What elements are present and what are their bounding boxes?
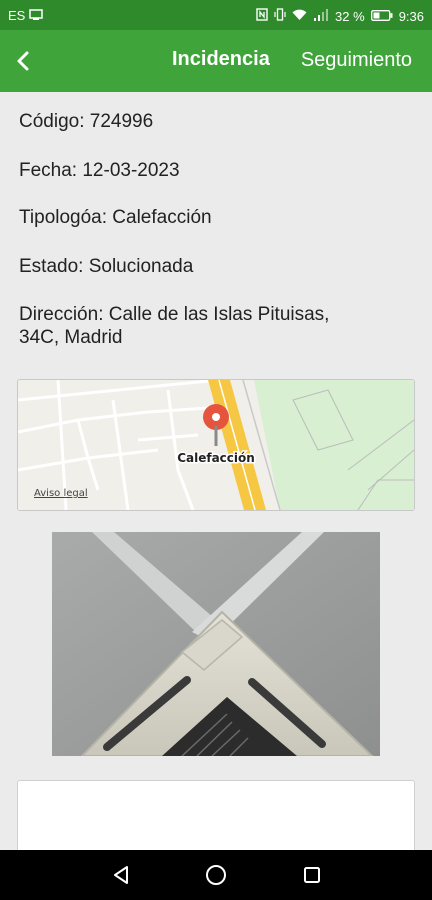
- codigo-field: Código: 724996: [19, 111, 154, 132]
- nav-recents-button[interactable]: [297, 860, 327, 890]
- direccion-line2: 34C, Madrid: [19, 327, 123, 348]
- map-marker-label: Calefacción: [177, 451, 255, 465]
- carrier-label: ES: [8, 8, 26, 23]
- status-bar: ES 32 % 9:36: [0, 0, 432, 30]
- page-title: Incidencia: [172, 48, 270, 70]
- direccion-field: Dirección: Calle de las Islas Pituisas, …: [19, 303, 329, 349]
- clock: 9:36: [398, 8, 424, 24]
- location-map[interactable]: Calefacción Aviso legal: [17, 379, 415, 511]
- screen-cast-icon: [29, 8, 44, 23]
- estado-field: Estado: Solucionada: [19, 256, 194, 277]
- app-bar: Incidencia Seguimiento: [0, 30, 432, 92]
- incident-photo[interactable]: [52, 532, 380, 756]
- wifi-icon: [292, 9, 307, 24]
- recents-square-icon: [304, 867, 320, 883]
- battery-percent: 32 %: [335, 8, 365, 24]
- fecha-field: Fecha: 12-03-2023: [19, 160, 180, 181]
- nav-home-button[interactable]: [201, 860, 231, 890]
- back-button[interactable]: [10, 47, 38, 75]
- home-circle-icon: [206, 865, 226, 885]
- battery-icon: [370, 9, 393, 24]
- direccion-line1: Dirección: Calle de las Islas Pituisas,: [19, 304, 330, 325]
- back-arrow-icon: [17, 51, 29, 71]
- vibrate-icon: [274, 8, 286, 24]
- signal-icon: [313, 8, 329, 24]
- status-left: ES: [8, 8, 44, 23]
- seguimiento-button[interactable]: Seguimiento: [301, 49, 412, 72]
- nav-back-button[interactable]: [106, 860, 136, 890]
- tipologia-field: Tipologóa: Calefacción: [19, 207, 212, 228]
- back-triangle-icon: [114, 866, 128, 884]
- navigation-bar: [0, 850, 432, 900]
- nfc-icon: [256, 8, 268, 24]
- incident-details: Código: 724996 Fecha: 12-03-2023 Tipolog…: [0, 92, 432, 862]
- status-right: 32 % 9:36: [256, 8, 424, 24]
- aviso-legal-link[interactable]: Aviso legal: [34, 488, 88, 499]
